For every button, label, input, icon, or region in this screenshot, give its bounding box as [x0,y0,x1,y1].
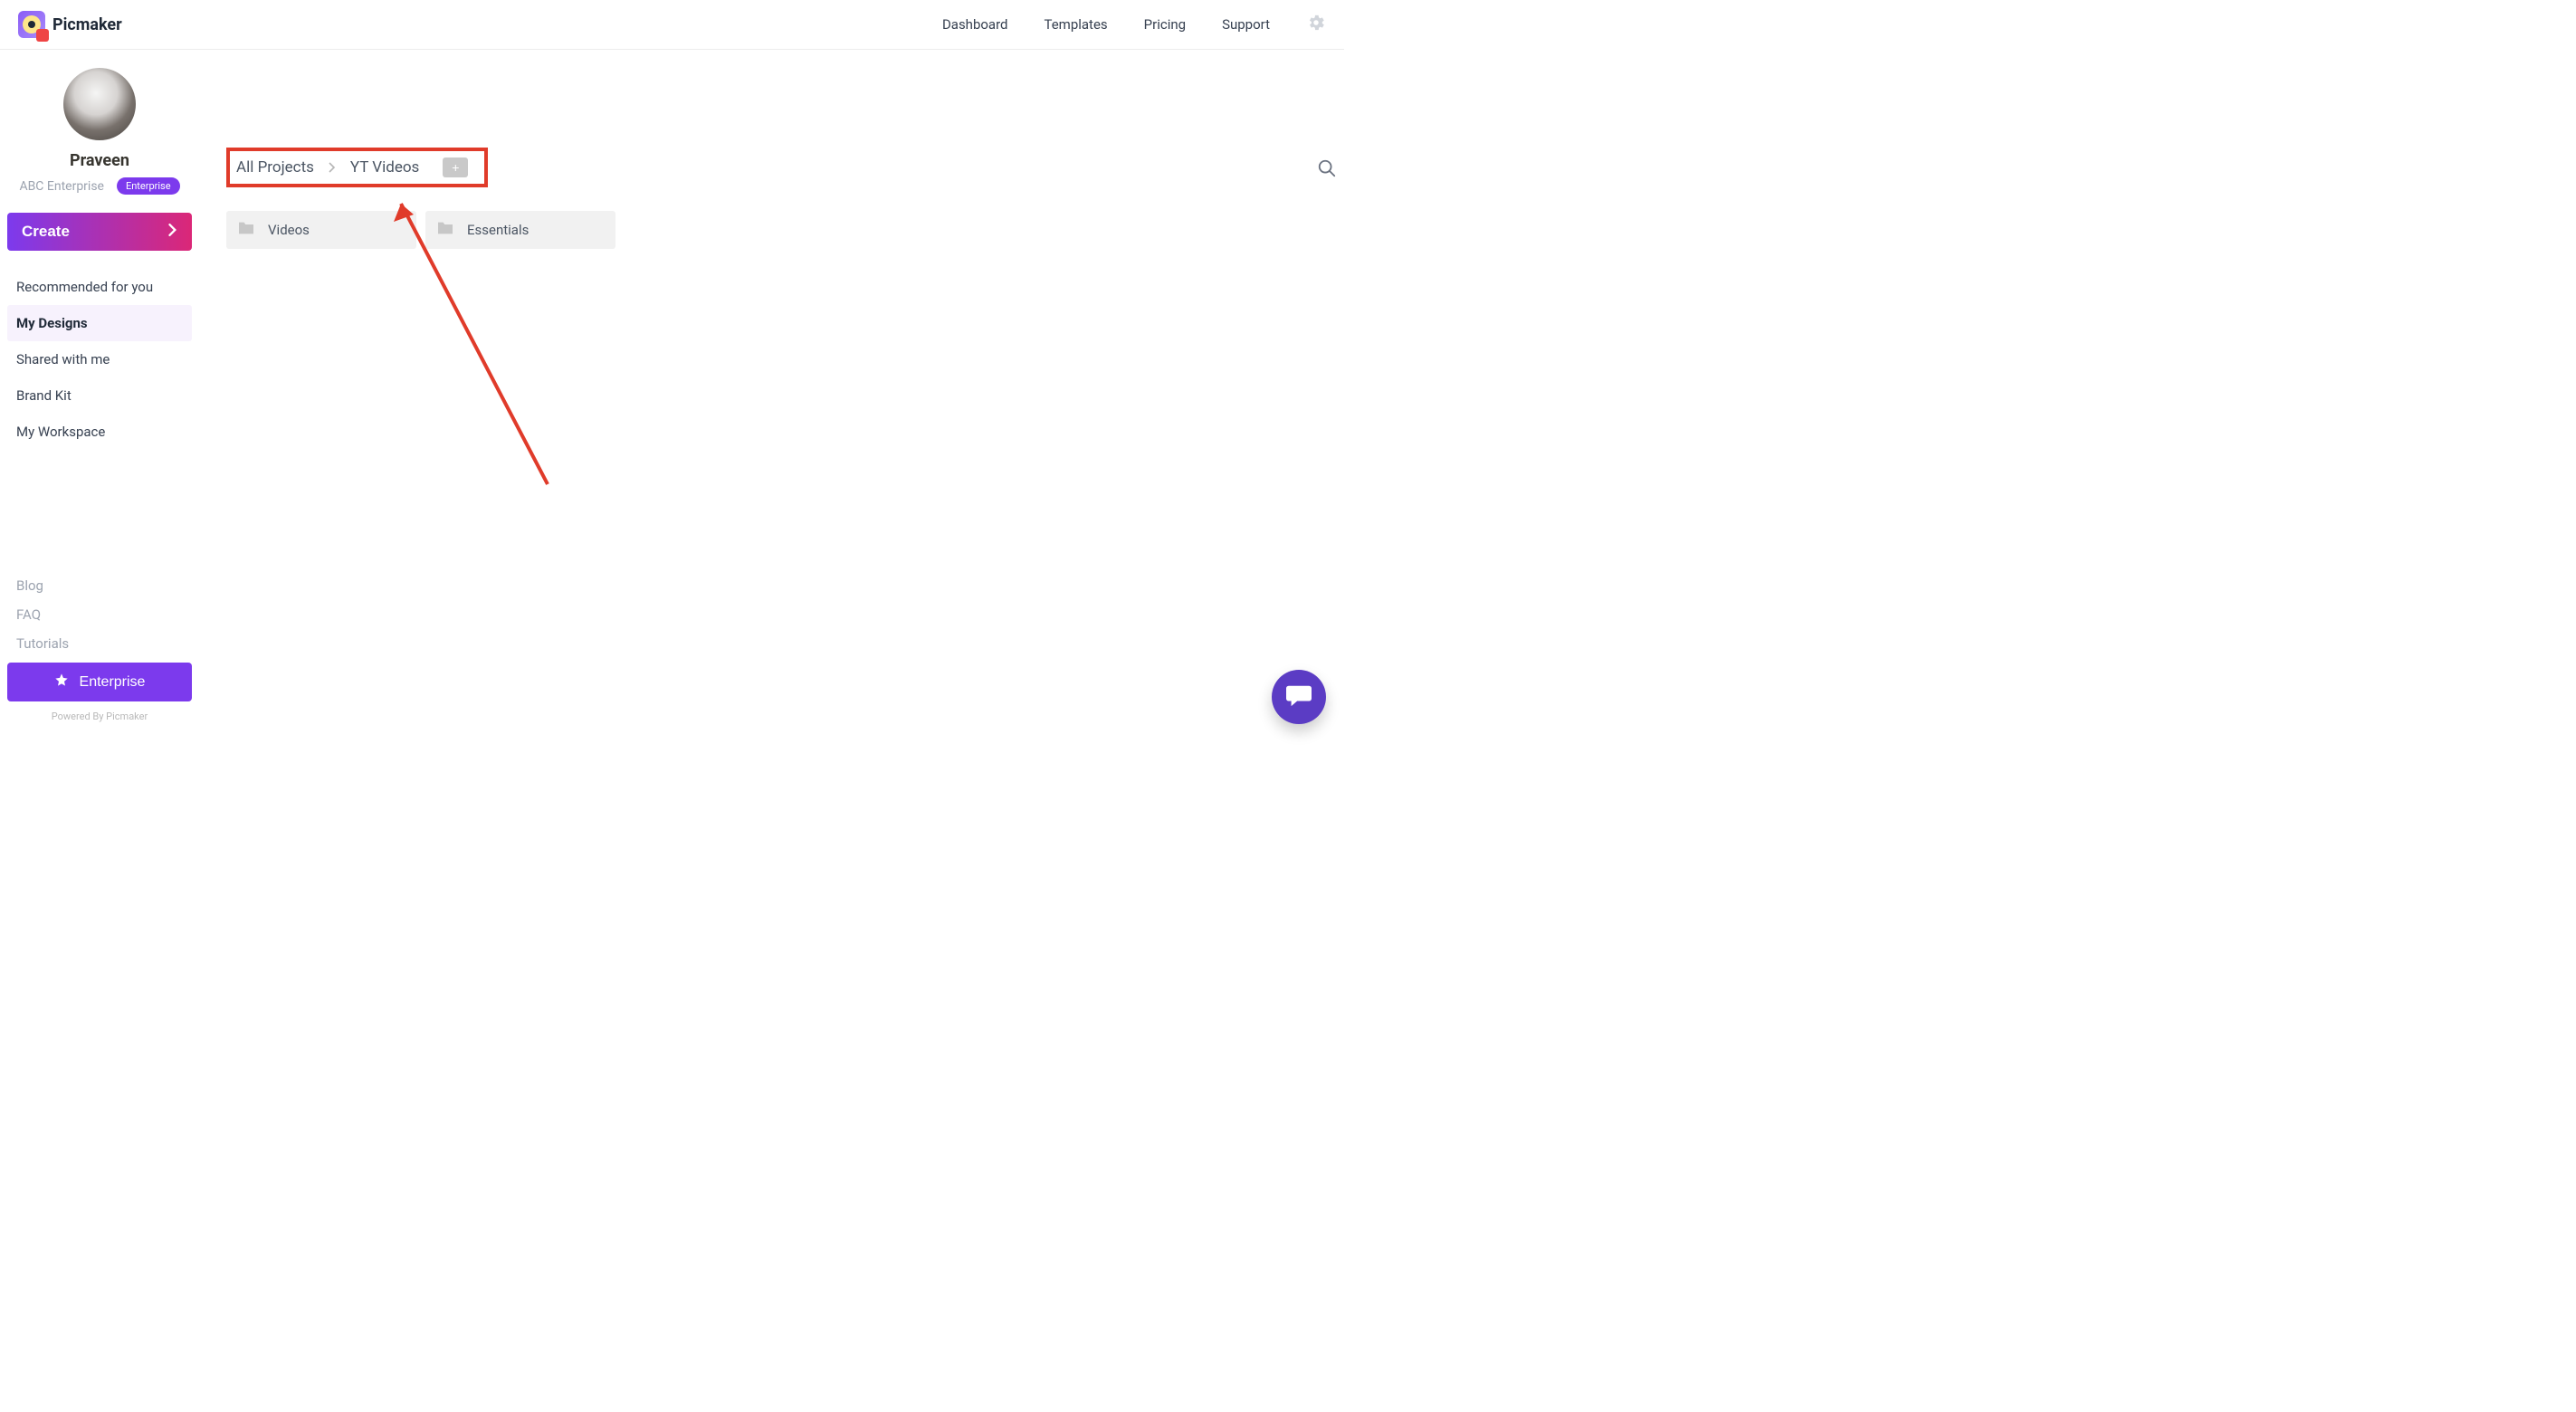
profile: Praveen ABC Enterprise Enterprise [7,68,192,195]
chat-button[interactable] [1272,670,1326,724]
nav-dashboard[interactable]: Dashboard [942,16,1008,33]
folder-item[interactable]: Videos [226,211,416,249]
nav-templates[interactable]: Templates [1044,16,1107,33]
avatar[interactable] [63,68,136,140]
breadcrumb-current: YT Videos [350,158,419,176]
sidebar-item-label: Shared with me [16,351,110,367]
sidebar-item-label: My Designs [16,315,88,331]
nav-pricing[interactable]: Pricing [1144,16,1186,33]
folder-name: Videos [268,222,310,238]
topnav: Dashboard Templates Pricing Support [942,13,1326,36]
add-folder-button[interactable]: + [443,157,468,177]
enterprise-label: Enterprise [80,674,146,691]
topbar: Picmaker Dashboard Templates Pricing Sup… [0,0,1344,50]
org-name: ABC Enterprise [19,179,104,194]
chevron-right-icon [329,159,336,176]
sidebar-nav: Recommended for you My Designs Shared wi… [7,269,192,450]
brand[interactable]: Picmaker [18,11,122,38]
footer-link-faq[interactable]: FAQ [16,606,183,623]
sidebar-footer: Blog FAQ Tutorials [7,577,192,663]
gear-icon[interactable] [1306,13,1326,36]
folder-icon [436,221,454,239]
sidebar-item-label: My Workspace [16,424,105,440]
folder-list: Videos Essentials [226,211,1308,249]
breadcrumb-root[interactable]: All Projects [236,158,314,176]
chat-icon [1285,682,1312,711]
create-button[interactable]: Create [7,213,192,251]
breadcrumb: All Projects YT Videos + [226,148,488,187]
chevron-right-icon [168,223,177,241]
star-icon [54,673,69,692]
powered-by: Powered By Picmaker [7,711,192,728]
folder-icon [237,221,255,239]
sidebar-item-label: Brand Kit [16,387,72,404]
create-label: Create [22,223,70,241]
sidebar-item-recommended[interactable]: Recommended for you [7,269,192,305]
sidebar-item-my-designs[interactable]: My Designs [7,305,192,341]
nav-support[interactable]: Support [1222,16,1270,33]
brand-name: Picmaker [52,15,122,34]
search-icon[interactable] [1317,158,1337,182]
footer-link-blog[interactable]: Blog [16,577,183,594]
sidebar-item-brand-kit[interactable]: Brand Kit [7,377,192,414]
folder-item[interactable]: Essentials [425,211,615,249]
org-badge: Enterprise [117,177,180,195]
org-line: ABC Enterprise Enterprise [7,177,192,195]
sidebar-item-shared[interactable]: Shared with me [7,341,192,377]
footer-link-tutorials[interactable]: Tutorials [16,635,183,652]
plus-icon: + [452,160,459,175]
brand-logo-icon [18,11,45,38]
enterprise-button[interactable]: Enterprise [7,663,192,701]
folder-name: Essentials [467,222,529,238]
sidebar: Praveen ABC Enterprise Enterprise Create… [0,50,199,737]
user-name: Praveen [7,151,192,170]
sidebar-item-label: Recommended for you [16,279,153,295]
main: All Projects YT Videos + Videos [199,50,1344,737]
sidebar-item-my-workspace[interactable]: My Workspace [7,414,192,450]
